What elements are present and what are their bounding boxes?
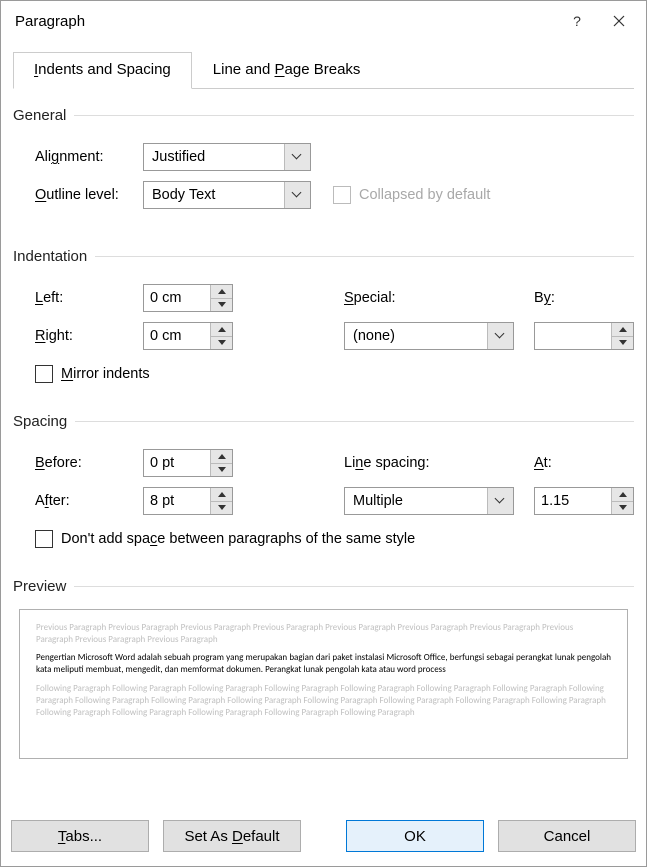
input-at[interactable] <box>535 488 611 514</box>
select-alignment[interactable]: Justified <box>143 143 311 171</box>
spinner-by[interactable] <box>534 322 634 350</box>
dialog-title: Paragraph <box>15 13 556 30</box>
step-down-button[interactable] <box>211 464 232 477</box>
step-down-button[interactable] <box>612 502 633 515</box>
triangle-up-icon <box>218 492 226 497</box>
label-collapsed: Collapsed by default <box>359 187 490 203</box>
label-before: Before: <box>35 455 82 471</box>
spinner-before[interactable] <box>143 449 233 477</box>
select-special-value: (none) <box>345 328 487 344</box>
input-before[interactable] <box>144 450 210 476</box>
triangle-down-icon <box>218 505 226 510</box>
group-heading-general: General <box>13 107 66 124</box>
group-preview: Preview Previous Paragraph Previous Para… <box>13 578 634 759</box>
label-right: Right: <box>35 328 73 344</box>
close-button[interactable] <box>598 6 640 36</box>
label-after: After: <box>35 493 70 509</box>
triangle-down-icon <box>619 505 627 510</box>
checkbox-no-space-same-style[interactable] <box>35 530 53 548</box>
step-down-button[interactable] <box>211 502 232 515</box>
group-heading-indentation: Indentation <box>13 248 87 265</box>
close-icon <box>613 15 625 27</box>
step-up-button[interactable] <box>211 285 232 299</box>
step-down-button[interactable] <box>612 337 633 350</box>
ok-button[interactable]: OK <box>346 820 484 852</box>
chevron-down-icon <box>284 144 310 170</box>
group-general: General Alignment: Justified Outline lev… <box>13 107 634 214</box>
divider <box>75 421 634 422</box>
group-indentation: Indentation Left: Special: By: <box>13 248 634 383</box>
tabs-button[interactable]: Tabs... <box>11 820 149 852</box>
select-alignment-value: Justified <box>144 149 284 165</box>
select-special[interactable]: (none) <box>344 322 514 350</box>
input-right[interactable] <box>144 323 210 349</box>
label-no-space-same-style: Don't add space between paragraphs of th… <box>61 531 415 547</box>
input-left[interactable] <box>144 285 210 311</box>
label-special: Special: <box>344 290 396 306</box>
select-outline-value: Body Text <box>144 187 284 203</box>
label-left: Left: <box>35 290 63 306</box>
dialog-footer: Tabs... Set As Default OK Cancel <box>1 806 646 866</box>
chevron-down-icon <box>284 182 310 208</box>
step-up-button[interactable] <box>211 323 232 337</box>
step-up-button[interactable] <box>612 488 633 502</box>
triangle-up-icon <box>619 492 627 497</box>
step-up-button[interactable] <box>211 488 232 502</box>
help-button[interactable]: ? <box>556 6 598 36</box>
group-spacing: Spacing Before: Line spacing: At: <box>13 413 634 548</box>
paragraph-dialog: Paragraph ? Indents and Spacing Line and… <box>0 0 647 867</box>
label-by: By: <box>534 290 555 306</box>
set-as-default-button[interactable]: Set As Default <box>163 820 301 852</box>
input-by[interactable] <box>535 323 611 349</box>
step-up-button[interactable] <box>612 323 633 337</box>
spinner-at[interactable] <box>534 487 634 515</box>
step-down-button[interactable] <box>211 299 232 312</box>
divider <box>74 115 634 116</box>
preview-box: Previous Paragraph Previous Paragraph Pr… <box>19 609 628 759</box>
spinner-left[interactable] <box>143 284 233 312</box>
checkbox-mirror-indents[interactable] <box>35 365 53 383</box>
triangle-up-icon <box>619 327 627 332</box>
step-down-button[interactable] <box>211 337 232 350</box>
divider <box>74 586 634 587</box>
title-bar: Paragraph ? <box>1 1 646 41</box>
input-after[interactable] <box>144 488 210 514</box>
select-outline-level[interactable]: Body Text <box>143 181 311 209</box>
label-alignment: Alignment: <box>35 149 104 165</box>
preview-previous-text: Previous Paragraph Previous Paragraph Pr… <box>36 622 611 646</box>
select-line-spacing[interactable]: Multiple <box>344 487 514 515</box>
tab-line-page-breaks[interactable]: Line and Page Breaks <box>192 52 382 89</box>
triangle-down-icon <box>218 467 226 472</box>
chevron-down-icon <box>487 488 513 514</box>
label-at: At: <box>534 455 552 471</box>
spinner-after[interactable] <box>143 487 233 515</box>
label-mirror-indents: Mirror indents <box>61 366 150 382</box>
label-line-spacing: Line spacing: <box>344 455 429 471</box>
triangle-down-icon <box>619 340 627 345</box>
group-heading-preview: Preview <box>13 578 66 595</box>
preview-following-text: Following Paragraph Following Paragraph … <box>36 683 611 719</box>
triangle-up-icon <box>218 289 226 294</box>
triangle-up-icon <box>218 327 226 332</box>
step-up-button[interactable] <box>211 450 232 464</box>
tab-strip: Indents and Spacing Line and Page Breaks <box>13 51 634 89</box>
select-line-spacing-value: Multiple <box>345 493 487 509</box>
spinner-right[interactable] <box>143 322 233 350</box>
cancel-button[interactable]: Cancel <box>498 820 636 852</box>
triangle-down-icon <box>218 340 226 345</box>
group-heading-spacing: Spacing <box>13 413 67 430</box>
tab-indents-spacing[interactable]: Indents and Spacing <box>13 52 192 89</box>
checkbox-collapsed <box>333 186 351 204</box>
triangle-down-icon <box>218 302 226 307</box>
chevron-down-icon <box>487 323 513 349</box>
label-outline-level: Outline level: <box>35 187 119 203</box>
preview-body-text: Pengertian Microsoft Word adalah sebuah … <box>36 652 611 676</box>
triangle-up-icon <box>218 454 226 459</box>
divider <box>95 256 634 257</box>
